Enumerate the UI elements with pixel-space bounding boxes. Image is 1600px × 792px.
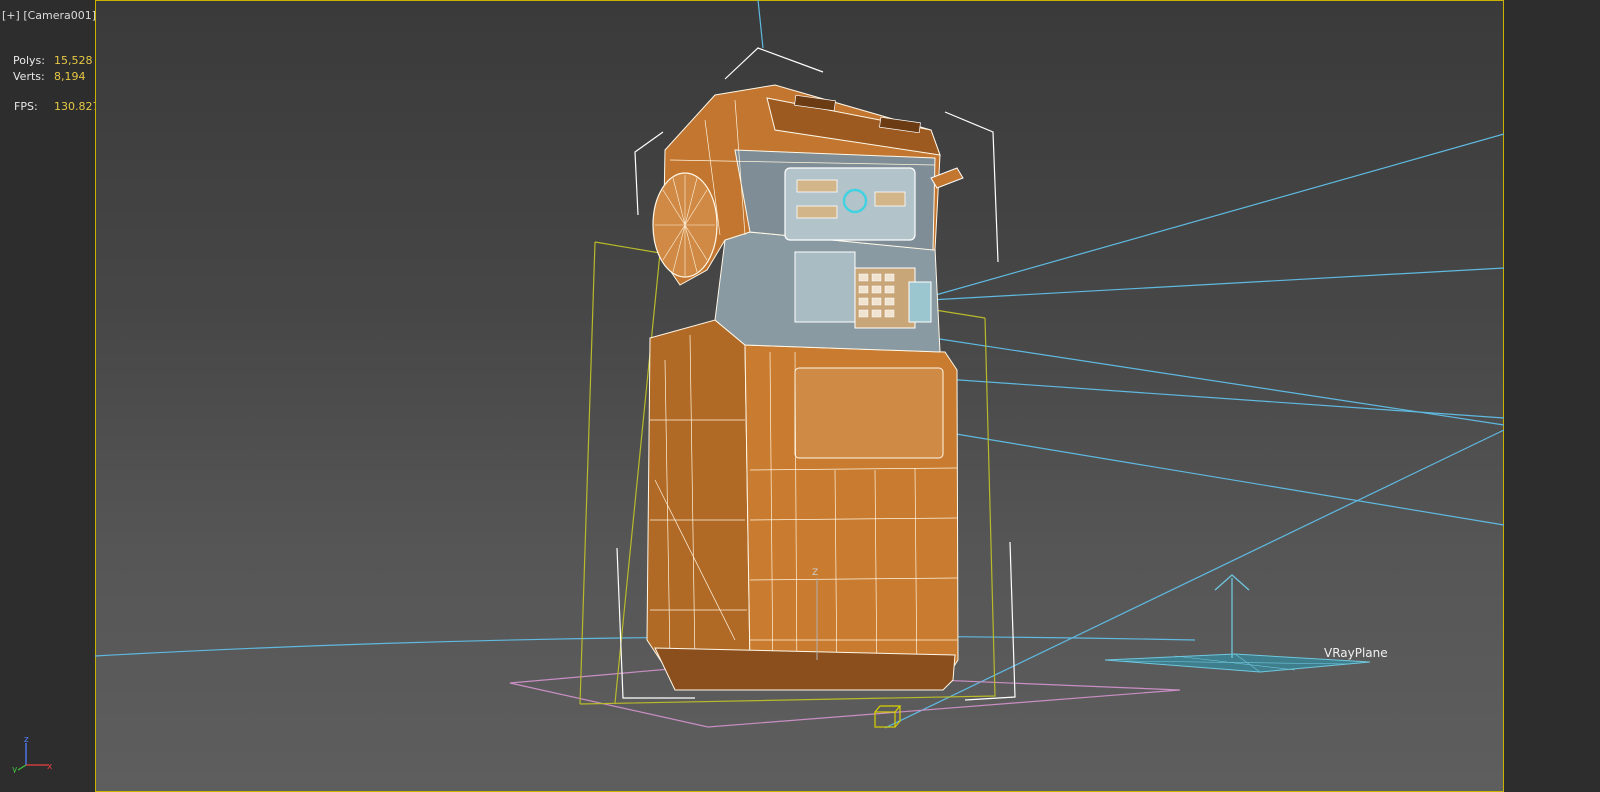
fps-label: FPS: — [14, 100, 38, 113]
fps-value: 130.827 — [54, 100, 100, 113]
polys-label: Polys: — [13, 54, 45, 67]
polys-value: 15,528 — [54, 54, 93, 67]
viewport-menu-button[interactable]: [+] — [2, 9, 20, 22]
machine-model[interactable] — [646, 84, 964, 691]
viewport-statistics: Polys: 15,528 Verts: 8,194 — [13, 53, 93, 85]
x-axis-label: x — [47, 762, 53, 772]
verts-value: 8,194 — [54, 70, 86, 83]
y-axis-label: y — [12, 765, 18, 773]
vray-plane-label: VRayPlane — [1324, 646, 1388, 660]
fps-stat: FPS: 130.827 — [14, 100, 100, 113]
z-axis-label: z — [24, 735, 29, 745]
verts-stat: Verts: 8,194 — [13, 69, 93, 85]
pivot-z-label: Z — [812, 568, 818, 578]
viewport-label: [+] [Camera001] — [2, 9, 96, 22]
viewport-camera-button[interactable]: [Camera001] — [23, 9, 96, 22]
polys-stat: Polys: 15,528 — [13, 53, 93, 69]
axis-tripod: z x y — [12, 735, 53, 773]
left-panel — [0, 0, 95, 792]
verts-label: Verts: — [13, 70, 45, 83]
right-panel — [1504, 0, 1600, 792]
light-target-icon[interactable] — [874, 705, 902, 728]
camera-viewport[interactable]: Z VRayPlane — [95, 0, 1504, 792]
y-axis-line — [17, 764, 27, 771]
viewport-scene[interactable]: Z — [95, 0, 1504, 792]
